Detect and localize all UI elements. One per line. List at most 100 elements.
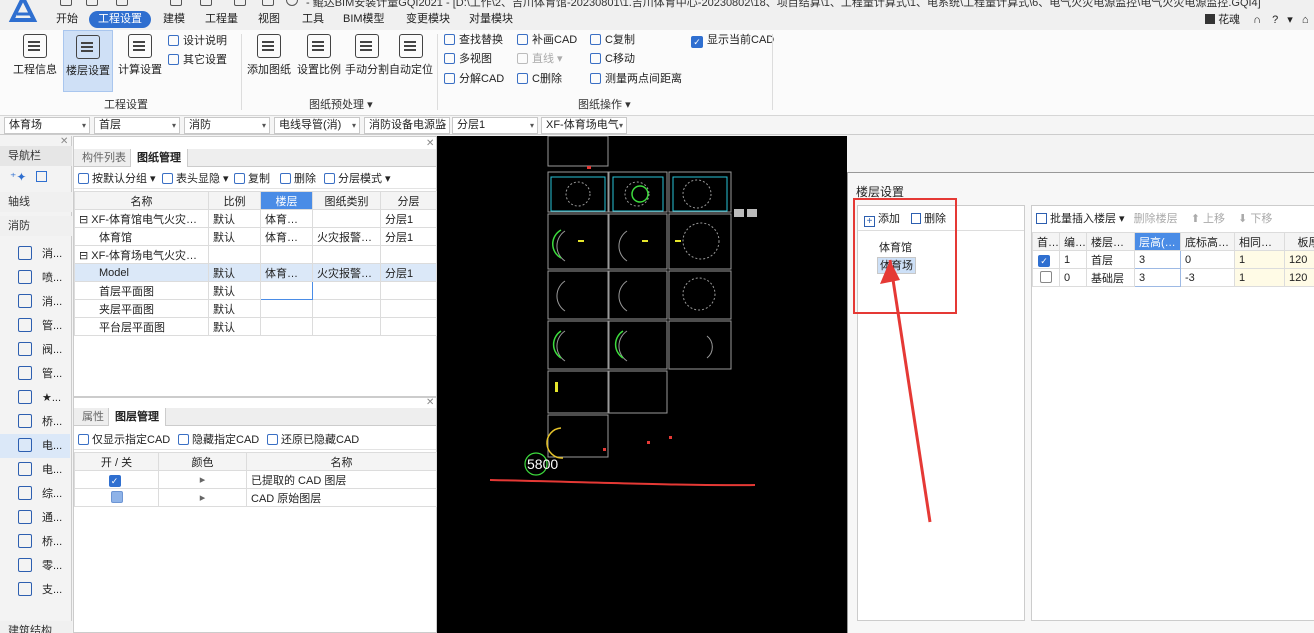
table-cell[interactable]: Model	[74, 263, 209, 282]
nav-item-10[interactable]: 电...	[0, 458, 70, 482]
nav-item-6[interactable]: 管...	[0, 362, 70, 386]
close-icon[interactable]: ✕	[426, 397, 434, 408]
checkbox-checked-icon[interactable]: ✓	[1038, 254, 1050, 267]
floor-select[interactable]: 首层 ▾	[94, 117, 180, 134]
floor-name-cell[interactable]: 基础层	[1086, 268, 1135, 287]
discipline-select[interactable]: 消防 ▾	[184, 117, 270, 134]
first-floor-cell[interactable]: ✓	[1032, 250, 1060, 269]
c-delete-button[interactable]: C删除	[517, 70, 562, 88]
cad-canvas[interactable]: 5800	[437, 136, 847, 633]
table-cell[interactable]: 分层1	[380, 263, 437, 282]
manual-split-button[interactable]: 手动分割	[344, 30, 390, 92]
drawing-select[interactable]: XF-体育场电气 ▾	[541, 117, 627, 134]
redraw-cad-button[interactable]: 补画CAD	[517, 31, 577, 49]
nav-item-14[interactable]: 零...	[0, 554, 70, 578]
table-cell[interactable]: 体育馆	[74, 227, 209, 246]
nav-item-15[interactable]: 支...	[0, 578, 70, 602]
column-header-base-elevation[interactable]: 底标高(m)	[1180, 232, 1235, 251]
floor-thick-cell[interactable]: 120	[1284, 268, 1314, 287]
table-cell[interactable]: 体育场-...	[260, 263, 313, 282]
column-header-layer[interactable]: 分层	[380, 191, 437, 210]
nav-item-11[interactable]: 综...	[0, 482, 70, 506]
table-cell[interactable]	[312, 245, 381, 264]
table-row[interactable]: ✓ ▸ 已提取的 CAD 图层	[74, 470, 437, 489]
table-cell[interactable]: 默认	[208, 209, 261, 228]
nav-item-2[interactable]: 喷...	[0, 266, 70, 290]
tab-reconcile-module[interactable]: 对量模块	[463, 11, 519, 28]
floor-height-cell[interactable]: 3	[1134, 250, 1181, 269]
measure-distance-button[interactable]: 测量两点间距离	[590, 70, 682, 88]
c-copy-button[interactable]: C复制	[590, 31, 635, 49]
floor-settings-button[interactable]: 楼层设置	[63, 30, 113, 92]
table-cell[interactable]: 默认	[208, 281, 261, 300]
nav-item-12[interactable]: 通...	[0, 506, 70, 530]
table-cell[interactable]: 分层1	[380, 227, 437, 246]
tab-start[interactable]: 开始	[50, 11, 84, 28]
column-header-first-floor[interactable]: 首层	[1032, 232, 1060, 251]
tab-project-settings[interactable]: 工程设置	[89, 11, 151, 28]
expand-icon[interactable]: ▸	[200, 492, 206, 504]
nav-item-7[interactable]: ★...	[0, 386, 70, 410]
nav-section-fire[interactable]: 消防	[0, 216, 72, 236]
tab-view[interactable]: 视图	[252, 11, 286, 28]
nav-footer-section[interactable]: 建筑结构	[0, 621, 72, 633]
nav-item-9[interactable]: 电...	[0, 434, 70, 458]
table-cell[interactable]	[312, 281, 381, 300]
table-row[interactable]: ⊟ XF-体育场电气火灾、...	[74, 245, 437, 264]
color-cell[interactable]: ▸	[158, 488, 247, 507]
table-cell[interactable]: 火灾报警系统	[312, 227, 381, 246]
nav-item-13[interactable]: 桥...	[0, 530, 70, 554]
table-cell[interactable]: 体育馆-...	[260, 209, 313, 228]
table-cell[interactable]	[260, 245, 313, 264]
undo-icon[interactable]	[116, 0, 128, 6]
decompose-cad-button[interactable]: 分解CAD	[444, 70, 504, 88]
column-header-code[interactable]: 编码	[1059, 232, 1087, 251]
checkbox-unchecked-icon[interactable]	[1040, 271, 1052, 283]
checkbox-checked-icon[interactable]: ✓	[108, 474, 121, 487]
tab-properties[interactable]: 属性	[76, 408, 110, 426]
floor-code-cell[interactable]: 0	[1059, 268, 1087, 287]
header-visibility-button[interactable]: 表头显隐 ▾	[162, 169, 229, 189]
table-row[interactable]: 体育馆 默认 体育馆-... 火灾报警系统 分层1	[74, 227, 437, 246]
calc-settings-button[interactable]: 计算设置	[116, 30, 164, 92]
save-icon[interactable]	[60, 0, 72, 6]
tab-component-list[interactable]: 构件列表	[76, 149, 132, 167]
tab-bim-model[interactable]: BIM模型	[337, 11, 391, 28]
redo-icon[interactable]	[170, 0, 182, 6]
chevron-down-icon[interactable]: ▾	[1287, 14, 1293, 26]
move-down-button[interactable]: ⬇ 下移	[1238, 213, 1272, 225]
group-label-drawing-ops[interactable]: 图纸操作 ▾	[578, 96, 631, 112]
line-button[interactable]: 直线 ▾	[517, 50, 563, 68]
help-icon[interactable]: ?	[1272, 14, 1278, 26]
tab-modeling[interactable]: 建模	[157, 11, 191, 28]
nav-section-axis[interactable]: 轴线	[0, 192, 72, 212]
find-replace-button[interactable]: 查找替换	[444, 31, 503, 49]
set-scale-button[interactable]: 设置比例	[296, 30, 342, 92]
auto-locate-button[interactable]: 自动定位	[388, 30, 434, 92]
tab-tools[interactable]: 工具	[296, 11, 330, 28]
user-area[interactable]: 花魂 ∩ ? ▾ ⌂	[1205, 11, 1309, 27]
toggle-cell[interactable]: ✓	[74, 470, 159, 489]
table-cell[interactable]: 默认	[208, 299, 261, 318]
project-info-button[interactable]: 工程信息	[12, 30, 58, 92]
table-row[interactable]: 夹层平面图 默认	[74, 299, 437, 318]
table-cell[interactable]: 默认	[208, 227, 261, 246]
tab-drawing-management[interactable]: 图纸管理	[130, 149, 188, 167]
table-cell[interactable]: ⊟ XF-体育馆电气火灾、...	[74, 209, 209, 228]
move-up-button[interactable]: ⬆ 上移	[1191, 213, 1225, 225]
restore-hidden-cad-button[interactable]: 还原已隐藏CAD	[267, 430, 359, 450]
column-header-toggle[interactable]: 开 / 关	[74, 452, 159, 471]
tab-layer-management[interactable]: 图层管理	[108, 408, 166, 426]
column-header-scale[interactable]: 比例	[208, 191, 261, 210]
column-header-category[interactable]: 图纸类别	[312, 191, 381, 210]
nav-item-3[interactable]: 消...	[0, 290, 70, 314]
other-settings-button[interactable]: 其它设置	[168, 51, 227, 69]
floor-name-cell[interactable]: 首层	[1086, 250, 1135, 269]
floor-height-cell[interactable]: 3	[1134, 268, 1181, 287]
table-cell[interactable]: 火灾报警系统	[312, 263, 381, 282]
table-cell[interactable]: 默认	[208, 317, 261, 336]
show-current-cad-checkbox[interactable]: ✓ 显示当前CAD	[691, 31, 774, 49]
table-cell[interactable]	[312, 209, 381, 228]
nav-item-5[interactable]: 阀...	[0, 338, 70, 362]
table-cell[interactable]: 首层平面图	[74, 281, 209, 300]
